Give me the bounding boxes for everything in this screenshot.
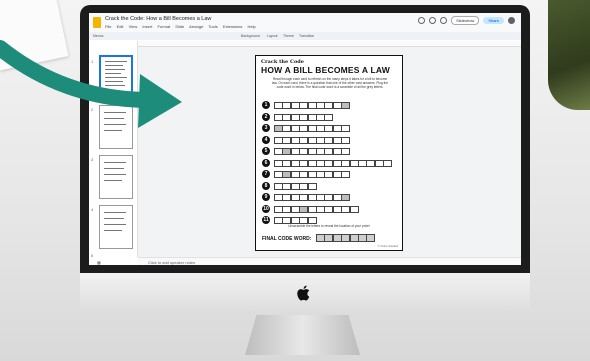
- plant-decoration: [548, 0, 590, 110]
- row-number-badge: 2: [262, 112, 270, 121]
- letter-boxes: [274, 125, 351, 132]
- letter-box[interactable]: [307, 217, 317, 224]
- row-number-badge: 3: [262, 124, 270, 132]
- row-number-badge: 9: [262, 193, 270, 201]
- ruler: [138, 41, 521, 47]
- slideshow-button[interactable]: Slideshow: [451, 16, 480, 25]
- letter-box[interactable]: [349, 205, 359, 213]
- worksheet-instructions: Read through each card to refresh on the…: [271, 77, 389, 90]
- row-number-badge: 7: [262, 170, 270, 178]
- comments-icon[interactable]: [429, 17, 437, 24]
- unscramble-text: Unscramble the letters to reveal the loc…: [288, 224, 370, 228]
- worksheet-slide[interactable]: Crack the Code HOW A BILL BECOMES A LAW …: [255, 55, 403, 251]
- background-button[interactable]: Background: [241, 34, 260, 38]
- worksheet-title: HOW A BILL BECOMES A LAW: [261, 65, 390, 75]
- menu-slide[interactable]: Slide: [175, 24, 184, 29]
- row-number-badge: 5: [262, 147, 270, 155]
- letter-boxes: [274, 113, 334, 121]
- header-actions: Slideshow Share: [418, 16, 515, 25]
- slide-number: 2: [91, 107, 94, 112]
- toolbar: Menus Background Layout Theme Transition: [89, 32, 521, 40]
- letter-boxes: [274, 102, 351, 109]
- worksheet-credit: © Civics Unlocked: [377, 245, 398, 248]
- letter-boxes: [274, 136, 351, 144]
- letter-box[interactable]: [341, 136, 351, 144]
- grid-view-icon[interactable]: ▦: [97, 260, 101, 265]
- slide-number: 5: [91, 253, 94, 258]
- menu-view[interactable]: View: [129, 24, 138, 29]
- letter-boxes: [274, 182, 317, 190]
- meet-icon[interactable]: [440, 17, 448, 24]
- row-number-badge: 8: [262, 181, 270, 190]
- letter-boxes: [274, 171, 351, 178]
- history-icon[interactable]: [418, 17, 426, 24]
- avatar[interactable]: [508, 17, 515, 24]
- menu-format[interactable]: Format: [157, 24, 170, 29]
- menu-help[interactable]: Help: [248, 24, 256, 29]
- slide-filmstrip: 1 2 3 4 5: [89, 41, 138, 258]
- row-number-badge: 6: [262, 158, 270, 167]
- monitor-stand: [245, 315, 360, 355]
- menu-extensions[interactable]: Extensions: [223, 24, 243, 29]
- letter-box[interactable]: [324, 113, 334, 121]
- menu-insert[interactable]: Insert: [142, 24, 152, 29]
- menu-file[interactable]: File: [105, 24, 111, 29]
- slide-thumbnail-3[interactable]: [99, 155, 133, 199]
- letter-box[interactable]: [341, 194, 351, 201]
- speaker-notes-placeholder: Click to add speaker notes: [148, 260, 196, 265]
- slide-number: 4: [91, 207, 94, 212]
- letter-box[interactable]: [341, 148, 351, 155]
- final-code-label: FINAL CODE WORD:: [262, 236, 312, 242]
- slide-thumbnail-1[interactable]: [99, 55, 133, 99]
- row-number-badge: 1: [262, 101, 270, 109]
- slide-thumbnail-2[interactable]: [99, 105, 133, 149]
- slide-number: 1: [91, 59, 94, 64]
- layout-button[interactable]: Layout: [267, 34, 278, 38]
- slide-number: 3: [91, 157, 94, 162]
- row-number-badge: 11: [262, 216, 270, 224]
- apple-logo-icon: [297, 285, 310, 301]
- final-letter-box[interactable]: [366, 234, 376, 242]
- letter-box[interactable]: [383, 159, 393, 167]
- document-title[interactable]: Crack the Code: How a Bill Becomes a Law: [105, 16, 211, 22]
- letter-boxes: [274, 205, 359, 213]
- row-number-badge: 10: [262, 204, 270, 213]
- theme-button[interactable]: Theme: [283, 34, 294, 38]
- menu-bar: File Edit View Insert Format Slide Arran…: [105, 24, 260, 29]
- letter-box[interactable]: [341, 102, 351, 109]
- menu-tools[interactable]: Tools: [208, 24, 217, 29]
- letter-box[interactable]: [341, 125, 351, 132]
- menus-search-button[interactable]: Menus: [93, 34, 104, 38]
- row-number-badge: 4: [262, 135, 270, 144]
- final-code-boxes: [316, 234, 376, 242]
- menu-edit[interactable]: Edit: [117, 24, 124, 29]
- letter-boxes: [274, 148, 351, 155]
- letter-boxes: [274, 194, 351, 201]
- transition-button[interactable]: Transition: [299, 34, 314, 38]
- monitor-screen: Crack the Code: How a Bill Becomes a Law…: [89, 13, 521, 265]
- menu-arrange[interactable]: Arrange: [189, 24, 203, 29]
- letter-boxes: [274, 159, 393, 167]
- slide-thumbnail-4[interactable]: [99, 205, 133, 249]
- speaker-notes[interactable]: Click to add speaker notes: [138, 257, 521, 265]
- letter-box[interactable]: [307, 182, 317, 190]
- slides-app-icon[interactable]: [93, 17, 101, 28]
- letter-box[interactable]: [341, 171, 351, 178]
- letter-boxes: [274, 217, 317, 224]
- share-button[interactable]: Share: [483, 17, 504, 24]
